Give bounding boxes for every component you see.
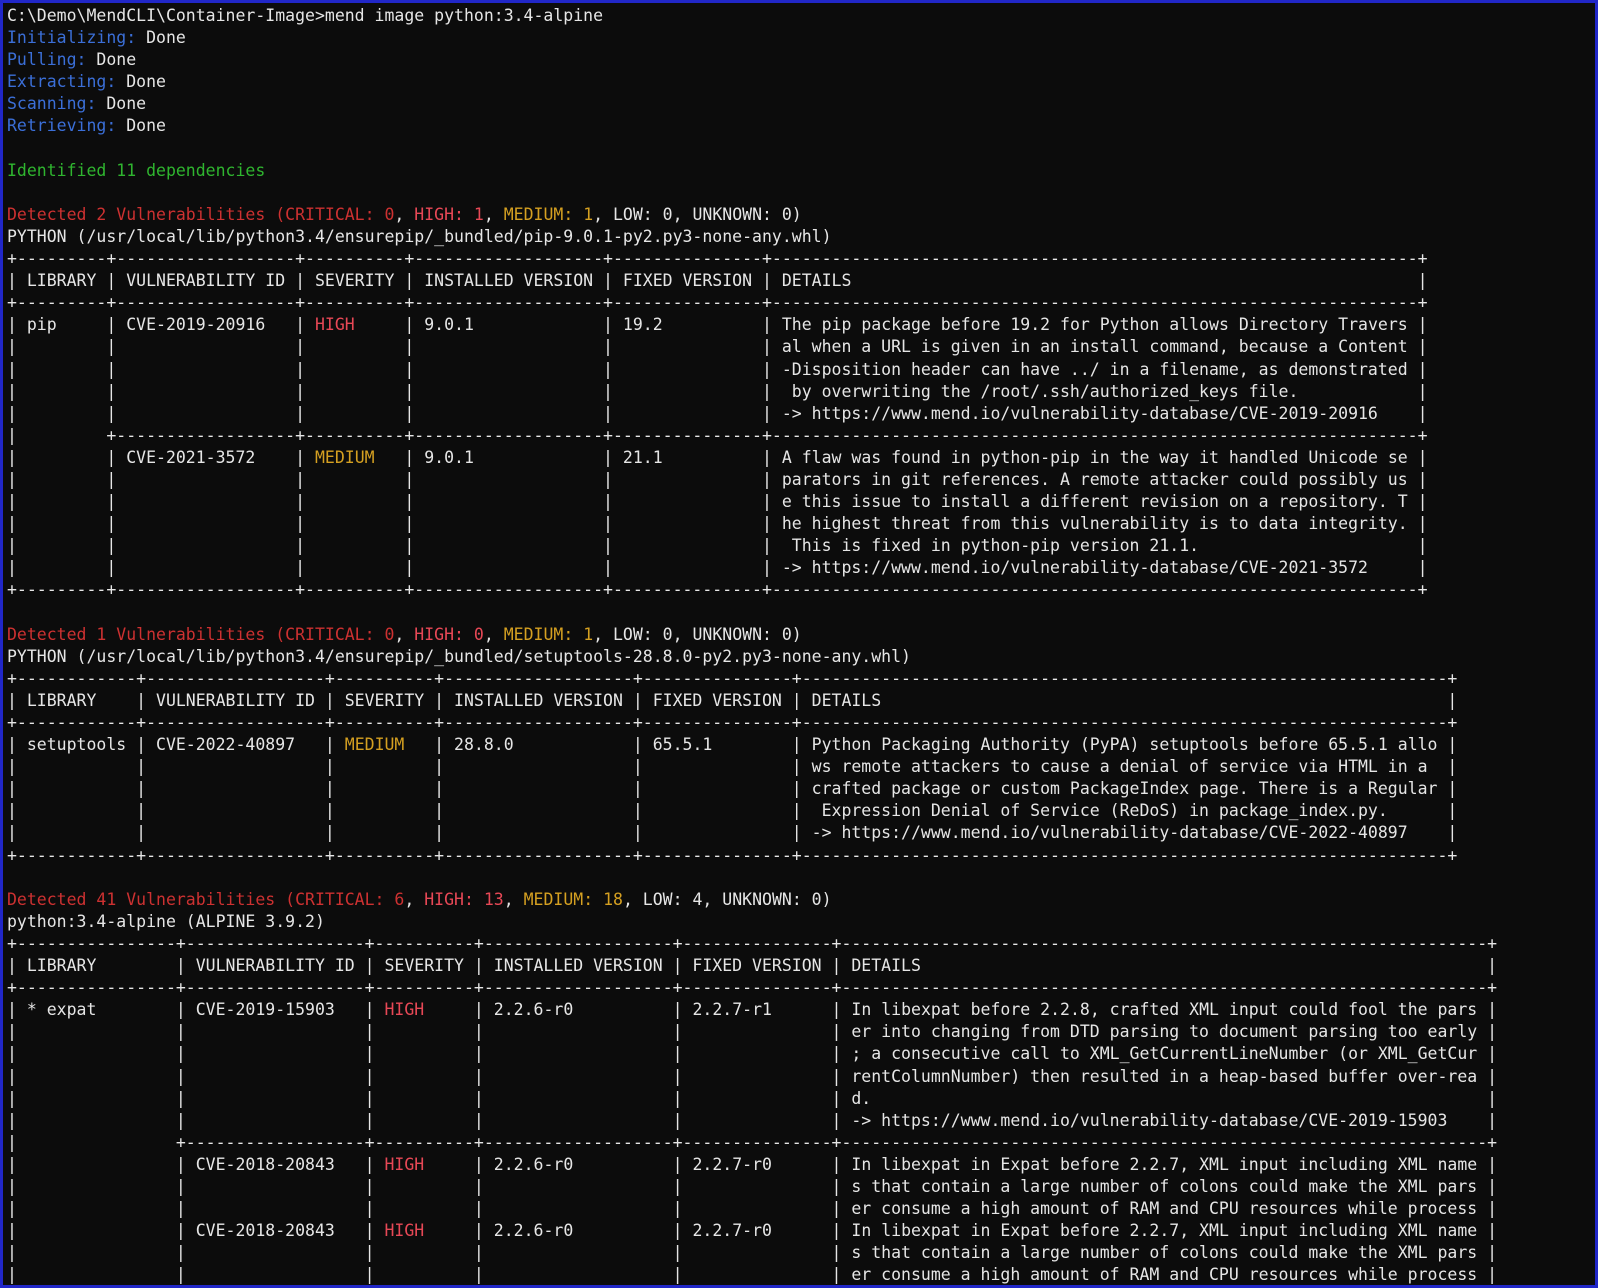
table-row-continuation-line: | | | | | | er consume a high amount of … bbox=[7, 1265, 1497, 1284]
table-row-continuation-line: | | | | | | s that contain a large numbe… bbox=[7, 1177, 1497, 1196]
status-label: Initializing: bbox=[7, 28, 136, 47]
vulnerabilities-summary-line: Detected 1 Vulnerabilities (CRITICAL: 0,… bbox=[7, 625, 802, 644]
table-row-line: | * expat | CVE-2019-15903 | HIGH | 2.2.… bbox=[7, 1000, 1497, 1019]
vulnerabilities-summary-line: Detected 2 Vulnerabilities (CRITICAL: 0,… bbox=[7, 205, 802, 224]
status-label: Retrieving: bbox=[7, 116, 116, 135]
table-border-line: +------------+------------------+-------… bbox=[7, 713, 1457, 732]
table-row-continuation-line: | | | | | | This is fixed in python-pip … bbox=[7, 536, 1428, 555]
status-line: Extracting: Done bbox=[7, 72, 166, 91]
status-value: Done bbox=[96, 94, 146, 113]
table-border-line: +----------------+------------------+---… bbox=[7, 934, 1497, 953]
table-header-line: | LIBRARY | VULNERABILITY ID | SEVERITY … bbox=[7, 956, 1497, 975]
status-line: Pulling: Done bbox=[7, 50, 136, 69]
status-label: Pulling: bbox=[7, 50, 86, 69]
scan-target-line: PYTHON (/usr/local/lib/python3.4/ensurep… bbox=[7, 647, 911, 666]
table-header-line: | LIBRARY | VULNERABILITY ID | SEVERITY … bbox=[7, 691, 1457, 710]
terminal-output[interactable]: C:\Demo\MendCLI\Container-Image>mend ima… bbox=[3, 3, 1595, 1286]
table-row-continuation-line: | | | | | | by overwriting the /root/.ss… bbox=[7, 382, 1428, 401]
table-row-continuation-line: | | | | | | -> https://www.mend.io/vulne… bbox=[7, 1111, 1497, 1130]
status-line: Scanning: Done bbox=[7, 94, 146, 113]
table-row-continuation-line: | | | | | | ; a consecutive call to XML_… bbox=[7, 1044, 1497, 1063]
status-value: Done bbox=[86, 50, 136, 69]
vulnerabilities-summary-line: Detected 41 Vulnerabilities (CRITICAL: 6… bbox=[7, 890, 832, 909]
table-row-continuation-line: | | | | | | -> https://www.mend.io/vulne… bbox=[7, 558, 1428, 577]
terminal-window: C:\Demo\MendCLI\Container-Image>mend ima… bbox=[0, 0, 1598, 1288]
table-border-line: +---------+------------------+----------… bbox=[7, 249, 1428, 268]
table-row-line: | pip | CVE-2019-20916 | HIGH | 9.0.1 | … bbox=[7, 315, 1428, 334]
table-row-line: | | CVE-2018-20843 | HIGH | 2.2.6-r0 | 2… bbox=[7, 1221, 1497, 1240]
table-border-line: +----------------+------------------+---… bbox=[7, 978, 1497, 997]
table-border-line: +------------+------------------+-------… bbox=[7, 669, 1457, 688]
status-line: Retrieving: Done bbox=[7, 116, 166, 135]
table-row-continuation-line: | | | | | | rentColumnNumber) then resul… bbox=[7, 1067, 1497, 1086]
table-row-line: | | CVE-2021-3572 | MEDIUM | 9.0.1 | 21.… bbox=[7, 448, 1428, 467]
severity-badge: HIGH bbox=[385, 1221, 425, 1240]
table-row-continuation-line: | | | | | | al when a URL is given in an… bbox=[7, 337, 1428, 356]
table-row-continuation-line: | | | | | | er into changing from DTD pa… bbox=[7, 1022, 1497, 1041]
table-row-separator-line: | +------------------+----------+-------… bbox=[7, 426, 1428, 445]
table-row-separator-line: | +------------------+----------+-------… bbox=[7, 1133, 1497, 1152]
table-row-line: | setuptools | CVE-2022-40897 | MEDIUM |… bbox=[7, 735, 1457, 754]
scan-target-line: python:3.4-alpine (ALPINE 3.9.2) bbox=[7, 912, 325, 931]
status-value: Done bbox=[116, 116, 166, 135]
table-row-continuation-line: | | | | | | Expression Denial of Service… bbox=[7, 801, 1457, 820]
status-label: Extracting: bbox=[7, 72, 116, 91]
table-row-continuation-line: | | | | | | -> https://www.mend.io/vulne… bbox=[7, 404, 1428, 423]
table-row-continuation-line: | | | | | | -> https://www.mend.io/vulne… bbox=[7, 823, 1457, 842]
table-border-line: +---------+------------------+----------… bbox=[7, 580, 1428, 599]
table-row-continuation-line: | | | | | | he highest threat from this … bbox=[7, 514, 1428, 533]
table-header-line: | LIBRARY | VULNERABILITY ID | SEVERITY … bbox=[7, 271, 1428, 290]
severity-badge: MEDIUM bbox=[345, 735, 405, 754]
status-value: Done bbox=[136, 28, 186, 47]
status-line: Initializing: Done bbox=[7, 28, 186, 47]
table-row-continuation-line: | | | | | | e this issue to install a di… bbox=[7, 492, 1428, 511]
table-row-continuation-line: | | | | | | d. | bbox=[7, 1089, 1497, 1108]
table-row-continuation-line: | | | | | | er consume a high amount of … bbox=[7, 1199, 1497, 1218]
table-row-continuation-line: | | | | | | ws remote attackers to cause… bbox=[7, 757, 1457, 776]
table-row-continuation-line: | | | | | | crafted package or custom Pa… bbox=[7, 779, 1457, 798]
table-border-line: +---------+------------------+----------… bbox=[7, 293, 1428, 312]
table-row-continuation-line: | | | | | | parators in git references. … bbox=[7, 470, 1428, 489]
table-border-line: +------------+------------------+-------… bbox=[7, 846, 1457, 865]
command-prompt-line: C:\Demo\MendCLI\Container-Image>mend ima… bbox=[7, 6, 603, 25]
severity-badge: HIGH bbox=[385, 1155, 425, 1174]
severity-badge: HIGH bbox=[385, 1000, 425, 1019]
scan-target-line: PYTHON (/usr/local/lib/python3.4/ensurep… bbox=[7, 227, 832, 246]
table-row-line: | | CVE-2018-20843 | HIGH | 2.2.6-r0 | 2… bbox=[7, 1155, 1497, 1174]
status-value: Done bbox=[116, 72, 166, 91]
dependencies-summary-line: Identified 11 dependencies bbox=[7, 161, 265, 180]
status-label: Scanning: bbox=[7, 94, 96, 113]
severity-badge: MEDIUM bbox=[315, 448, 375, 467]
severity-badge: HIGH bbox=[315, 315, 355, 334]
table-row-continuation-line: | | | | | | s that contain a large numbe… bbox=[7, 1243, 1497, 1262]
table-row-continuation-line: | | | | | | -Disposition header can have… bbox=[7, 360, 1428, 379]
